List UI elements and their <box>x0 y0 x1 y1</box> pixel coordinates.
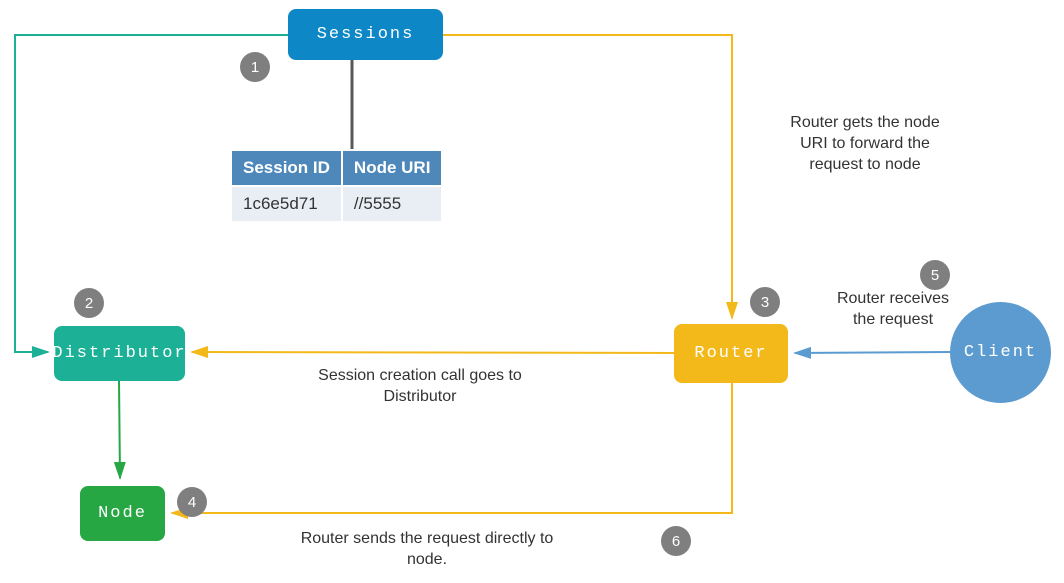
badge-1: 1 <box>240 52 270 82</box>
badge-6: 6 <box>661 526 691 556</box>
table-header-node-uri: Node URI <box>342 150 443 186</box>
annotation-session-creation: Session creation call goes to Distributo… <box>310 366 530 408</box>
distributor-box: Distributor <box>54 326 185 381</box>
client-circle: Client <box>950 302 1051 403</box>
router-label: Router <box>694 344 767 363</box>
node-box: Node <box>80 486 165 541</box>
table-row: 1c6e5d71 //5555 <box>231 186 442 222</box>
table-header-session-id: Session ID <box>231 150 342 186</box>
badge-5: 5 <box>920 260 950 290</box>
client-label: Client <box>964 343 1037 362</box>
table-cell-node-uri: //5555 <box>342 186 443 222</box>
annotation-router-uri: Router gets the node URI to forward the … <box>775 113 955 175</box>
router-box: Router <box>674 324 788 383</box>
distributor-label: Distributor <box>52 344 186 363</box>
badge-3: 3 <box>750 287 780 317</box>
badge-4: 4 <box>177 487 207 517</box>
node-label: Node <box>98 504 147 523</box>
annotation-router-receives: Router receives the request <box>828 289 958 331</box>
table-header-row: Session ID Node URI <box>231 150 442 186</box>
table-cell-session-id: 1c6e5d71 <box>231 186 342 222</box>
badge-2: 2 <box>74 288 104 318</box>
sessions-table: Session ID Node URI 1c6e5d71 //5555 <box>230 149 443 223</box>
sessions-label: Sessions <box>317 25 415 44</box>
annotation-router-sends: Router sends the request directly to nod… <box>297 529 557 571</box>
sessions-box: Sessions <box>288 9 443 60</box>
